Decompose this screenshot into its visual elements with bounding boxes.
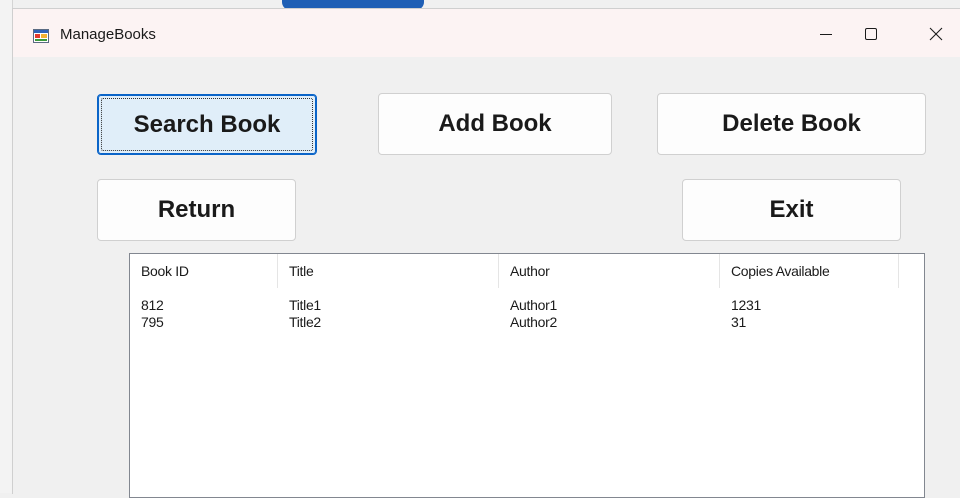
column-header-copies-available[interactable]: Copies Available [720, 254, 899, 288]
manage-books-window: ManageBooks Search Book Add Book Delete … [12, 8, 960, 498]
app-icon [33, 28, 49, 44]
books-list-view[interactable]: Book ID Title Author Copies Available 81… [129, 253, 925, 498]
cell-book-id: 795 [141, 314, 164, 330]
table-row[interactable]: 812 Title1 Author1 1231 [130, 296, 924, 314]
delete-book-label: Delete Book [722, 110, 861, 137]
close-icon [929, 27, 943, 41]
cell-book-id: 812 [141, 297, 164, 313]
maximize-icon [865, 28, 877, 40]
return-label: Return [157, 196, 236, 223]
add-book-button[interactable]: Add Book [378, 93, 612, 155]
desktop: ManageBooks Search Book Add Book Delete … [0, 0, 960, 498]
close-button[interactable] [913, 17, 959, 51]
maximize-button[interactable] [848, 17, 894, 51]
cell-author: Author2 [510, 314, 557, 330]
cell-author: Author1 [510, 297, 557, 313]
column-header-book-id[interactable]: Book ID [130, 254, 278, 288]
search-book-button[interactable]: Search Book [97, 94, 317, 155]
column-header-author[interactable]: Author [499, 254, 720, 288]
return-button[interactable]: Return [97, 179, 296, 241]
focus-ring [101, 98, 313, 151]
cell-copies-available: 1231 [731, 297, 761, 313]
table-row[interactable]: 795 Title2 Author2 31 [130, 313, 924, 331]
cell-title: Title1 [289, 297, 321, 313]
add-book-label: Add Book [438, 110, 552, 137]
minimize-button[interactable] [803, 17, 849, 51]
window-title: ManageBooks [60, 26, 156, 43]
minimize-icon [820, 28, 832, 40]
delete-book-button[interactable]: Delete Book [657, 93, 926, 155]
title-bar[interactable]: ManageBooks [13, 9, 960, 57]
exit-button[interactable]: Exit [682, 179, 901, 241]
cell-copies-available: 31 [731, 314, 746, 330]
exit-label: Exit [769, 196, 814, 223]
list-header: Book ID Title Author Copies Available [130, 254, 924, 288]
column-header-title[interactable]: Title [278, 254, 499, 288]
cell-title: Title2 [289, 314, 321, 330]
